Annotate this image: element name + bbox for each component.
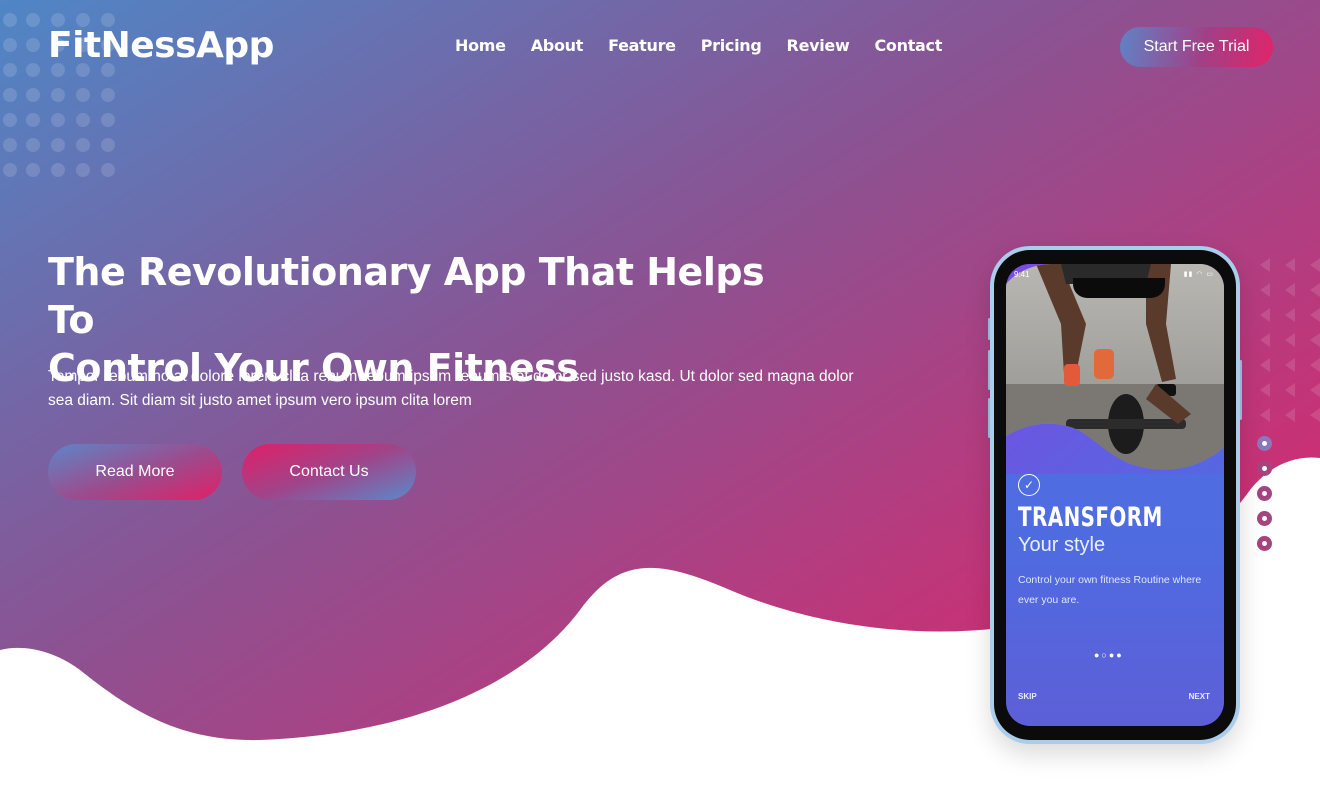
nav-pricing[interactable]: Pricing [701, 36, 762, 56]
nav-feature[interactable]: Feature [608, 36, 676, 56]
phone-bezel: 9:41 ▮▮ ◠ ▭ ✓ TRANSFORM Your style Contr… [994, 250, 1236, 740]
screen-title: TRANSFORM [1018, 502, 1163, 533]
carousel-pager [1257, 436, 1273, 561]
nav-about[interactable]: About [531, 36, 584, 56]
pager-dot-4[interactable] [1257, 511, 1272, 526]
decorative-triangle-pattern [1260, 258, 1320, 422]
pager-dot-3[interactable] [1257, 486, 1272, 501]
check-circle-icon: ✓ [1018, 474, 1040, 496]
screen-description: Control your own fitness Routine where e… [1018, 574, 1202, 606]
hero-title-line1: The Revolutionary App That Helps To [48, 250, 765, 342]
pager-dot-2[interactable] [1257, 461, 1272, 476]
nav-home[interactable]: Home [455, 36, 506, 56]
nav-contact[interactable]: Contact [874, 36, 942, 56]
logo[interactable]: FitNessApp [48, 25, 274, 66]
main-nav: Home About Feature Pricing Review Contac… [455, 36, 967, 56]
contact-us-button[interactable]: Contact Us [242, 444, 416, 500]
hero-subtitle: Tempor rebum no at dolore lorem clita re… [48, 368, 854, 409]
start-free-trial-button[interactable]: Start Free Trial [1120, 27, 1273, 67]
status-time: 9:41 [1014, 270, 1030, 279]
phone-screen: 9:41 ▮▮ ◠ ▭ ✓ TRANSFORM Your style Contr… [1006, 264, 1224, 726]
nav-review[interactable]: Review [787, 36, 850, 56]
status-icons: ▮▮ ◠ ▭ [1183, 271, 1214, 278]
pager-dot-5[interactable] [1257, 536, 1272, 551]
next-button[interactable]: NEXT [1189, 692, 1210, 701]
read-more-button[interactable]: Read More [48, 444, 222, 500]
screen-page-dots: ●○●● [1094, 650, 1124, 660]
phone-notch [1073, 278, 1165, 298]
skip-button[interactable]: SKIP [1018, 692, 1037, 701]
screen-subtitle: Your style [1018, 534, 1106, 556]
phone-mockup: 9:41 ▮▮ ◠ ▭ ✓ TRANSFORM Your style Contr… [990, 246, 1240, 744]
pager-dot-1[interactable] [1257, 436, 1272, 451]
